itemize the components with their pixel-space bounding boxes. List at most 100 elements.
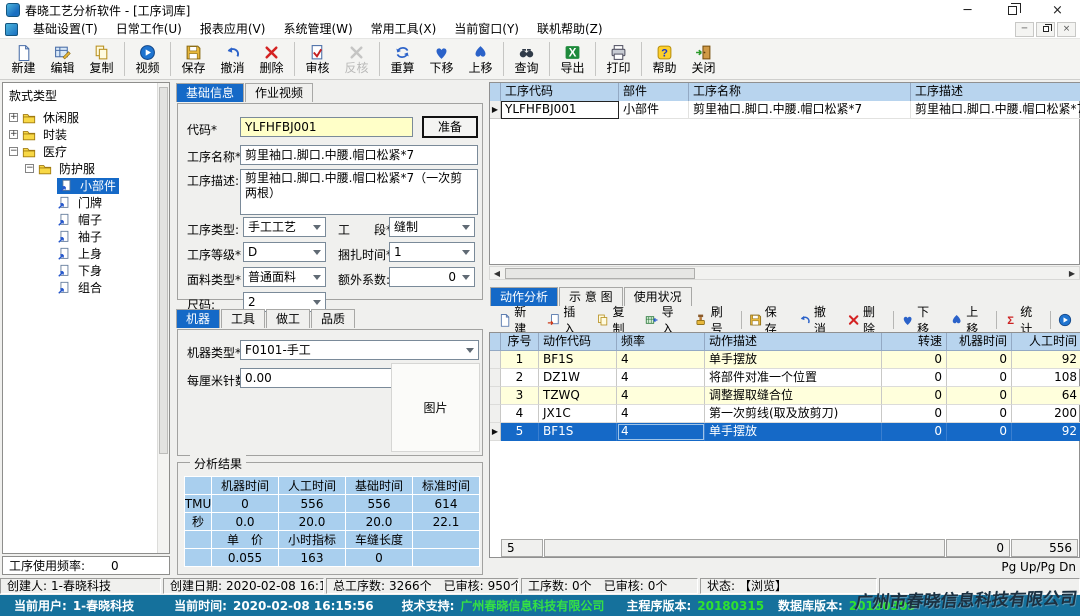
- action-row-3[interactable]: 3TZWQ4调整握取缝合位0064: [490, 387, 1079, 405]
- col-a-freq[interactable]: 频率: [617, 333, 705, 351]
- sidebar-item-3[interactable]: −防护服: [7, 160, 167, 177]
- col-a-seq[interactable]: 序号: [501, 333, 539, 351]
- col-a-speed[interactable]: 转速: [882, 333, 947, 351]
- action-toolbar-button-move-up[interactable]: 上移: [945, 309, 994, 331]
- col-part[interactable]: 部件: [619, 83, 689, 101]
- col-a-labor[interactable]: 人工时间: [1012, 333, 1080, 351]
- toolbar-button-move-up[interactable]: 上移: [461, 40, 500, 79]
- scroll-left-icon[interactable]: ◀: [490, 267, 504, 279]
- action-toolbar-button-play[interactable]: [1053, 309, 1080, 331]
- summary-spacer: [544, 539, 945, 557]
- menu-item-5[interactable]: 当前窗口(Y): [445, 20, 528, 38]
- col-a-desc[interactable]: 动作描述: [705, 333, 882, 351]
- tab-quality[interactable]: 品质: [311, 309, 355, 328]
- action-toolbar-button-doc-new[interactable]: 新建: [493, 309, 542, 331]
- stage-select[interactable]: 缝制: [389, 217, 475, 237]
- toolbar-button-print[interactable]: 打印: [599, 40, 638, 79]
- expand-icon[interactable]: +: [9, 113, 18, 122]
- menu-item-4[interactable]: 常用工具(X): [362, 20, 446, 38]
- code-field[interactable]: YLFHFBJ001: [240, 117, 413, 137]
- child-close-icon[interactable]: ×: [1057, 22, 1076, 37]
- child-minimize-icon[interactable]: ─: [1015, 22, 1034, 37]
- menu-item-3[interactable]: 系统管理(W): [274, 20, 361, 38]
- sidebar-item-4[interactable]: 小部件: [7, 177, 167, 194]
- action-toolbar-button-insert[interactable]: 插入: [542, 309, 591, 331]
- toolbar-button-save[interactable]: 保存: [174, 40, 213, 79]
- child-restore-icon[interactable]: [1036, 22, 1055, 37]
- action-row-2[interactable]: 2DZ1W4将部件对准一个位置00108: [490, 369, 1079, 387]
- sidebar-item-6[interactable]: 帽子: [7, 211, 167, 228]
- toolbar-button-audit[interactable]: 审核: [298, 40, 337, 79]
- folder-icon: [22, 145, 36, 159]
- tree-scrollbar[interactable]: [157, 83, 169, 553]
- col-a-code[interactable]: 动作代码: [539, 333, 617, 351]
- fabric-type-select[interactable]: 普通面料: [243, 267, 326, 287]
- close-icon[interactable]: ×: [1035, 0, 1080, 20]
- col-process-name[interactable]: 工序名称: [689, 83, 911, 101]
- action-toolbar-button-stats[interactable]: Σ统计: [999, 309, 1048, 331]
- action-toolbar-button-brush[interactable]: 刷号: [689, 309, 738, 331]
- machine-type-select[interactable]: F0101-手工: [240, 340, 479, 360]
- toolbar-button-search[interactable]: 查询: [507, 40, 546, 79]
- toolbar-button-video[interactable]: 视频: [128, 40, 167, 79]
- toolbar-button-doc-new[interactable]: 新建: [4, 40, 43, 79]
- sidebar-item-9[interactable]: 下身: [7, 262, 167, 279]
- tab-tool[interactable]: 工具: [221, 309, 265, 328]
- menu-item-6[interactable]: 联机帮助(Z): [528, 20, 612, 38]
- toolbar-button-unaudit[interactable]: 反核: [337, 40, 376, 79]
- action-row-1[interactable]: 1BF1S4单手摆放0092: [490, 351, 1079, 369]
- collapse-icon[interactable]: −: [25, 164, 34, 173]
- process-table-hscrollbar[interactable]: ◀ ▶: [489, 266, 1080, 280]
- action-row-5[interactable]: ▶5BF1S4单手摆放0092: [490, 423, 1079, 441]
- sidebar-item-5[interactable]: 门牌: [7, 194, 167, 211]
- process-desc-field[interactable]: 剪里袖口.脚口.中腰.帽口松紧*7（一次剪两根）: [240, 169, 478, 215]
- col-process-desc[interactable]: 工序描述: [911, 83, 1080, 101]
- extra-factor-select[interactable]: 0: [389, 267, 475, 287]
- action-cell: 4: [501, 405, 539, 423]
- action-toolbar-button-move-down[interactable]: 下移: [896, 309, 945, 331]
- prepare-button[interactable]: 准备: [422, 116, 478, 138]
- minimize-icon[interactable]: ─: [945, 0, 990, 20]
- sidebar-item-2[interactable]: −医疗: [7, 143, 167, 160]
- process-name-field[interactable]: 剪里袖口.脚口.中腰.帽口松紧*7: [240, 145, 478, 165]
- action-toolbar-button-import[interactable]: 导入: [640, 309, 689, 331]
- menu-item-1[interactable]: 日常工作(U): [107, 20, 191, 38]
- scroll-thumb[interactable]: [505, 268, 695, 279]
- tab-work-video[interactable]: 作业视频: [245, 83, 313, 102]
- bundle-time-select[interactable]: 1: [389, 242, 475, 262]
- toolbar-button-recalc[interactable]: 重算: [383, 40, 422, 79]
- action-toolbar-button-delete[interactable]: 删除: [842, 309, 891, 331]
- toolbar-button-delete[interactable]: 删除: [252, 40, 291, 79]
- toolbar-button-help[interactable]: ?帮助: [645, 40, 684, 79]
- expand-icon[interactable]: +: [9, 130, 18, 139]
- grade-select[interactable]: D: [243, 242, 326, 262]
- toolbar-button-export[interactable]: X导出: [553, 40, 592, 79]
- action-toolbar-button-copy[interactable]: 复制: [591, 309, 640, 331]
- toolbar-button-move-down[interactable]: 下移: [422, 40, 461, 79]
- col-a-mach[interactable]: 机器时间: [947, 333, 1012, 351]
- process-type-select[interactable]: 手工工艺: [243, 217, 326, 237]
- stitch-density-field[interactable]: 0.00: [240, 368, 392, 388]
- sidebar-item-0[interactable]: +休闲服: [7, 109, 167, 126]
- menu-item-2[interactable]: 报表应用(V): [191, 20, 275, 38]
- toolbar-button-edit[interactable]: 编辑: [43, 40, 82, 79]
- restore-icon[interactable]: [990, 0, 1035, 20]
- action-row-4[interactable]: 4JX1C4第一次剪线(取及放剪刀)00200: [490, 405, 1079, 423]
- toolbar-button-undo[interactable]: 撤消: [213, 40, 252, 79]
- tab-basic-info[interactable]: 基础信息: [176, 83, 244, 102]
- menu-item-0[interactable]: 基础设置(T): [24, 20, 107, 38]
- sidebar-item-1[interactable]: +时装: [7, 126, 167, 143]
- col-process-code[interactable]: 工序代码: [501, 83, 619, 101]
- toolbar-button-close[interactable]: 关闭: [684, 40, 723, 79]
- tab-workmanship[interactable]: 做工: [266, 309, 310, 328]
- sidebar-item-8[interactable]: 上身: [7, 245, 167, 262]
- collapse-icon[interactable]: −: [9, 147, 18, 156]
- tab-machine[interactable]: 机器: [176, 309, 220, 328]
- toolbar-button-copy[interactable]: 复制: [82, 40, 121, 79]
- process-row[interactable]: ▶ YLFHFBJ001 小部件 剪里袖口.脚口.中腰.帽口松紧*7 剪里袖口.…: [490, 101, 1079, 119]
- action-toolbar-button-undo[interactable]: 撤消: [793, 309, 842, 331]
- sidebar-item-7[interactable]: 袖子: [7, 228, 167, 245]
- scroll-right-icon[interactable]: ▶: [1065, 267, 1079, 279]
- sidebar-item-10[interactable]: 组合: [7, 279, 167, 296]
- action-toolbar-button-save[interactable]: 保存: [744, 309, 793, 331]
